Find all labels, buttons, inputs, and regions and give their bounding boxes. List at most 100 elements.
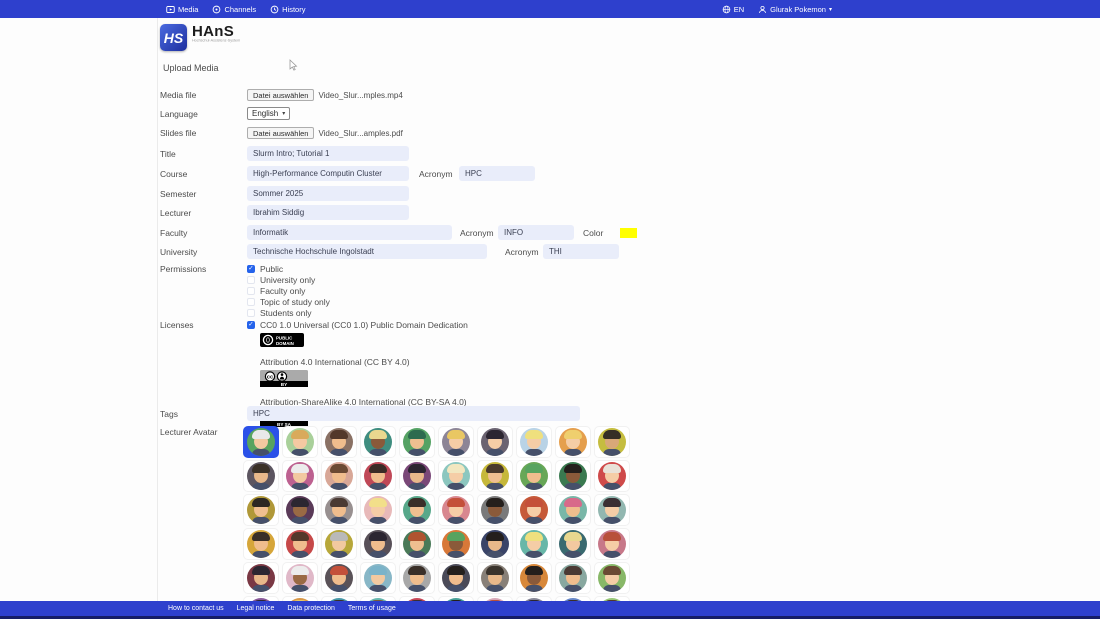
avatar-option-r5-c6[interactable] bbox=[438, 562, 474, 594]
avatar-option-r4-c1[interactable] bbox=[243, 528, 279, 560]
language-switcher[interactable]: EN bbox=[722, 5, 744, 14]
field-label: Permissions bbox=[160, 264, 247, 274]
avatar-option-r1-c6[interactable] bbox=[438, 426, 474, 458]
lecturer-input[interactable] bbox=[247, 205, 409, 220]
checkbox[interactable] bbox=[247, 309, 255, 317]
language-select[interactable]: English ▾ bbox=[247, 107, 290, 120]
avatar-option-r5-c10[interactable] bbox=[594, 562, 630, 594]
avatar-option-r2-c10[interactable] bbox=[594, 460, 630, 492]
avatar-option-r2-c4[interactable] bbox=[360, 460, 396, 492]
nav-item-history[interactable]: History bbox=[270, 5, 305, 14]
footer-link-legal-notice[interactable]: Legal notice bbox=[237, 605, 275, 612]
avatar-option-r2-c8[interactable] bbox=[516, 460, 552, 492]
field-label: Licenses bbox=[160, 320, 247, 330]
avatar-image bbox=[520, 530, 548, 558]
avatar-option-r1-c2[interactable] bbox=[282, 426, 318, 458]
checkbox[interactable] bbox=[247, 276, 255, 284]
field-label: Lecturer bbox=[160, 208, 247, 218]
option-label[interactable]: Topic of study only bbox=[260, 297, 330, 307]
avatar-option-r2-c2[interactable] bbox=[282, 460, 318, 492]
university-input[interactable] bbox=[247, 244, 487, 259]
avatar-option-r5-c8[interactable] bbox=[516, 562, 552, 594]
tags-input[interactable] bbox=[247, 406, 580, 421]
checkbox[interactable] bbox=[247, 298, 255, 306]
faculty-acronym-input[interactable] bbox=[498, 225, 574, 240]
faculty-acronym-label: Acronym bbox=[460, 228, 498, 238]
avatar-option-r1-c5[interactable] bbox=[399, 426, 435, 458]
avatar-option-r2-c1[interactable] bbox=[243, 460, 279, 492]
avatar-option-r4-c6[interactable] bbox=[438, 528, 474, 560]
avatar-option-r3-c10[interactable] bbox=[594, 494, 630, 526]
app-tagline: Hochschul-Assistenz-System bbox=[192, 39, 240, 43]
avatar-option-r1-c3[interactable] bbox=[321, 426, 357, 458]
nav-item-media[interactable]: Media bbox=[166, 5, 198, 14]
license-label[interactable]: Attribution 4.0 International (CC BY 4.0… bbox=[260, 357, 410, 367]
course-acronym-input[interactable] bbox=[459, 166, 535, 181]
user-menu[interactable]: Glurak Pokemon ▾ bbox=[758, 5, 832, 14]
faculty-color-swatch[interactable] bbox=[620, 228, 637, 238]
mouse-cursor bbox=[289, 58, 298, 76]
avatar-image bbox=[481, 428, 509, 456]
avatar-option-r3-c3[interactable] bbox=[321, 494, 357, 526]
avatar-option-r4-c10[interactable] bbox=[594, 528, 630, 560]
avatar-option-r4-c3[interactable] bbox=[321, 528, 357, 560]
avatar-option-r2-c6[interactable] bbox=[438, 460, 474, 492]
checkbox[interactable] bbox=[247, 265, 255, 273]
avatar-option-r5-c2[interactable] bbox=[282, 562, 318, 594]
footer-link-terms-of-usage[interactable]: Terms of usage bbox=[348, 605, 396, 612]
footer-link-data-protection[interactable]: Data protection bbox=[287, 605, 334, 612]
checkbox[interactable] bbox=[247, 287, 255, 295]
option-label[interactable]: Faculty only bbox=[260, 286, 305, 296]
avatar-option-r4-c4[interactable] bbox=[360, 528, 396, 560]
avatar-option-r3-c8[interactable] bbox=[516, 494, 552, 526]
course-input[interactable] bbox=[247, 166, 409, 181]
nav-item-label: Media bbox=[178, 5, 198, 14]
license-label[interactable]: CC0 1.0 Universal (CC0 1.0) Public Domai… bbox=[260, 320, 468, 330]
title-input[interactable] bbox=[247, 146, 409, 161]
avatar-option-r1-c7[interactable] bbox=[477, 426, 513, 458]
avatar-option-r2-c5[interactable] bbox=[399, 460, 435, 492]
avatar-option-r5-c4[interactable] bbox=[360, 562, 396, 594]
avatar-option-r3-c2[interactable] bbox=[282, 494, 318, 526]
avatar-option-r2-c3[interactable] bbox=[321, 460, 357, 492]
avatar-option-r5-c5[interactable] bbox=[399, 562, 435, 594]
form-row-university: University Acronym bbox=[160, 244, 619, 259]
avatar-option-r5-c7[interactable] bbox=[477, 562, 513, 594]
option-label[interactable]: Students only bbox=[260, 308, 312, 318]
avatar-option-r4-c7[interactable] bbox=[477, 528, 513, 560]
semester-input[interactable] bbox=[247, 186, 409, 201]
avatar-option-r5-c9[interactable] bbox=[555, 562, 591, 594]
avatar-option-r4-c5[interactable] bbox=[399, 528, 435, 560]
avatar-option-r2-c9[interactable] bbox=[555, 460, 591, 492]
nav-item-channels[interactable]: Channels bbox=[212, 5, 256, 14]
media-file-choose-button[interactable]: Datei auswählen bbox=[247, 89, 314, 101]
nav-item-label: Channels bbox=[224, 5, 256, 14]
avatar-option-r3-c9[interactable] bbox=[555, 494, 591, 526]
option-label[interactable]: University only bbox=[260, 275, 315, 285]
avatar-option-r3-c6[interactable] bbox=[438, 494, 474, 526]
avatar-option-r1-c10[interactable] bbox=[594, 426, 630, 458]
avatar-option-r4-c8[interactable] bbox=[516, 528, 552, 560]
avatar-option-r1-c1[interactable] bbox=[243, 426, 279, 458]
university-acronym-input[interactable] bbox=[543, 244, 619, 259]
avatar-option-r5-c3[interactable] bbox=[321, 562, 357, 594]
avatar-option-r3-c5[interactable] bbox=[399, 494, 435, 526]
footer-link-how-to-contact-us[interactable]: How to contact us bbox=[168, 605, 224, 612]
option-label[interactable]: Public bbox=[260, 264, 283, 274]
avatar-option-r1-c9[interactable] bbox=[555, 426, 591, 458]
avatar-option-r3-c4[interactable] bbox=[360, 494, 396, 526]
avatar-option-r5-c1[interactable] bbox=[243, 562, 279, 594]
language-select-value: English bbox=[252, 109, 278, 118]
avatar-image bbox=[247, 530, 275, 558]
avatar-option-r4-c9[interactable] bbox=[555, 528, 591, 560]
avatar-option-r3-c1[interactable] bbox=[243, 494, 279, 526]
app-logo[interactable]: HS HAnS Hochschul-Assistenz-System bbox=[160, 24, 270, 51]
avatar-option-r1-c8[interactable] bbox=[516, 426, 552, 458]
license-checkbox[interactable] bbox=[247, 321, 255, 329]
avatar-option-r1-c4[interactable] bbox=[360, 426, 396, 458]
avatar-option-r2-c7[interactable] bbox=[477, 460, 513, 492]
faculty-input[interactable] bbox=[247, 225, 452, 240]
avatar-option-r3-c7[interactable] bbox=[477, 494, 513, 526]
avatar-option-r4-c2[interactable] bbox=[282, 528, 318, 560]
slides-file-choose-button[interactable]: Datei auswählen bbox=[247, 127, 314, 139]
